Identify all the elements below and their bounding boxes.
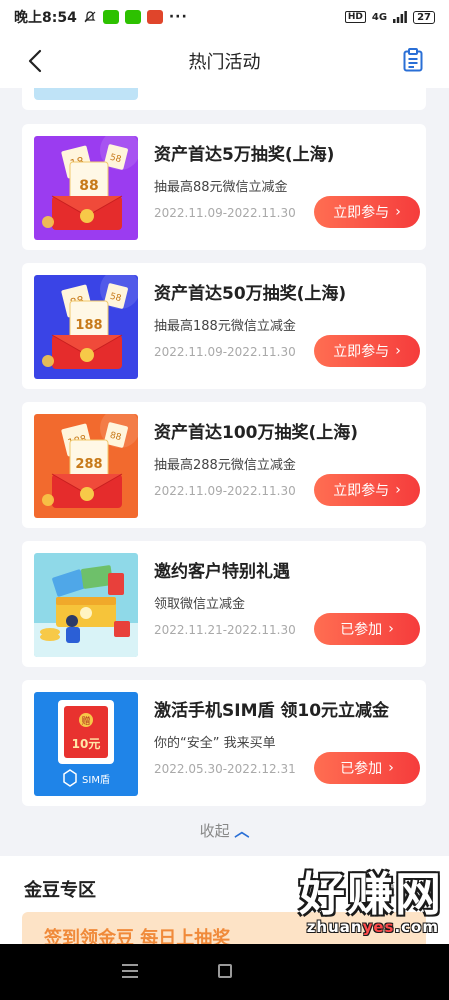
mute-icon: [84, 11, 96, 23]
invite-gift-illustration: [34, 553, 138, 657]
button-label: 立即参与: [333, 483, 390, 499]
red-envelope-illustration: 188 88 288: [34, 414, 138, 518]
system-navigation-bar: [0, 944, 449, 1000]
wechat-icon: [124, 10, 141, 24]
activity-title: 资产首达5万抽奖(上海): [154, 145, 335, 165]
activity-date-range: 2022.11.09-2022.11.30: [154, 206, 296, 220]
activity-title: 邀约客户特别礼遇: [154, 562, 290, 582]
chevron-right-icon: ›: [388, 760, 394, 776]
chevron-right-icon: ›: [395, 343, 401, 359]
activity-title: 资产首达100万抽奖(上海): [154, 423, 359, 443]
activity-date-range: 2022.05.30-2022.12.31: [154, 762, 296, 776]
red-envelope-illustration: 18 58 88: [34, 136, 138, 240]
promo-banner-text: 签到领金豆 每日上抽奖: [44, 928, 231, 944]
join-now-button[interactable]: 立即参与 ›: [314, 196, 420, 228]
home-button[interactable]: [218, 964, 232, 978]
activity-thumbnail: 赠 10元 SIM盾: [34, 692, 138, 796]
chevron-right-icon: ›: [395, 482, 401, 498]
page-title: 热门活动: [188, 52, 261, 73]
activity-card[interactable]: 赠 10元 SIM盾 激活手机SIM盾 领10元立减金 你的“安全” 我来买单 …: [22, 680, 426, 806]
activity-list[interactable]: 18 58 88 资产首达5万抽奖(上海) 抽最高88元微信立减金 2022.1…: [0, 88, 449, 944]
more-notifications-icon: ···: [168, 9, 188, 25]
collapse-button[interactable]: 收起 ︿: [0, 820, 449, 841]
activity-thumbnail: 88 58 188: [34, 275, 138, 379]
chevron-left-icon: [28, 49, 42, 73]
section-title: 金豆专区: [24, 880, 96, 901]
activity-thumbnail: [34, 88, 138, 100]
button-label: 已参加: [340, 761, 383, 777]
chevron-right-icon: ›: [388, 621, 394, 637]
button-label: 已参加: [340, 622, 383, 638]
activity-card[interactable]: 188 88 288 资产首达100万抽奖(上海) 抽最高288元微信立减金 2…: [22, 402, 426, 528]
activity-thumbnail: 18 58 88: [34, 136, 138, 240]
activity-title: 资产首达50万抽奖(上海): [154, 284, 347, 304]
activity-title: 激活手机SIM盾 领10元立减金: [154, 701, 390, 721]
battery-indicator: 27: [413, 10, 435, 24]
collapse-label: 收起: [199, 822, 230, 840]
svg-text:88: 88: [79, 178, 98, 194]
activity-description: 抽最高88元微信立减金: [154, 180, 288, 195]
joined-button[interactable]: 已参加 ›: [314, 752, 420, 784]
activity-date-range: 2022.11.09-2022.11.30: [154, 484, 296, 498]
back-button[interactable]: [28, 48, 52, 74]
activity-card-partial[interactable]: [22, 88, 426, 110]
app-notification-icon: [146, 10, 163, 24]
watermark-logo-text: 好赚网: [299, 867, 443, 921]
header: 热门活动: [0, 34, 449, 88]
join-now-button[interactable]: 立即参与 ›: [314, 474, 420, 506]
join-now-button[interactable]: 立即参与 ›: [314, 335, 420, 367]
activity-description: 抽最高288元微信立减金: [154, 458, 296, 473]
activity-date-range: 2022.11.21-2022.11.30: [154, 623, 296, 637]
signal-icon: [393, 11, 407, 23]
watermark-url: zhuanyes.com: [306, 918, 439, 936]
my-activities-button[interactable]: [403, 48, 425, 74]
recent-apps-button[interactable]: [122, 964, 138, 978]
site-watermark: 好赚网 zhuanyes.com: [247, 858, 443, 950]
svg-text:赠: 赠: [81, 715, 90, 727]
activity-thumbnail: [34, 553, 138, 657]
svg-text:288: 288: [75, 457, 102, 472]
menu-line: [122, 976, 138, 978]
clipboard-icon: [403, 48, 423, 72]
activity-description: 你的“安全” 我来买单: [154, 736, 276, 751]
status-bar: 晚上8:54 ··· HD 4G 27: [0, 0, 449, 34]
svg-text:188: 188: [75, 318, 102, 333]
activity-date-range: 2022.11.09-2022.11.30: [154, 345, 296, 359]
button-label: 立即参与: [333, 205, 390, 221]
wechat-icon: [102, 10, 119, 24]
menu-line: [122, 970, 138, 972]
hd-badge: HD: [344, 11, 366, 23]
activity-thumbnail: 188 88 288: [34, 414, 138, 518]
activity-description: 领取微信立减金: [154, 597, 246, 612]
chevron-right-icon: ›: [395, 204, 401, 220]
svg-text:10元: 10元: [72, 737, 101, 751]
status-time: 晚上8:54: [14, 10, 77, 26]
red-envelope-illustration: 88 58 188: [34, 275, 138, 379]
activity-card[interactable]: 18 58 88 资产首达5万抽奖(上海) 抽最高88元微信立减金 2022.1…: [22, 124, 426, 250]
svg-text:SIM盾: SIM盾: [82, 774, 110, 786]
joined-button[interactable]: 已参加 ›: [314, 613, 420, 645]
network-label: 4G: [371, 11, 388, 23]
activity-description: 抽最高188元微信立减金: [154, 319, 296, 334]
menu-line: [122, 964, 138, 966]
sim-shield-illustration: 赠 10元 SIM盾: [34, 692, 138, 796]
activity-card[interactable]: 88 58 188 资产首达50万抽奖(上海) 抽最高188元微信立减金 202…: [22, 263, 426, 389]
activity-card[interactable]: 邀约客户特别礼遇 领取微信立减金 2022.11.21-2022.11.30 已…: [22, 541, 426, 667]
chevron-up-icon: ︿: [234, 822, 250, 840]
button-label: 立即参与: [333, 344, 390, 360]
